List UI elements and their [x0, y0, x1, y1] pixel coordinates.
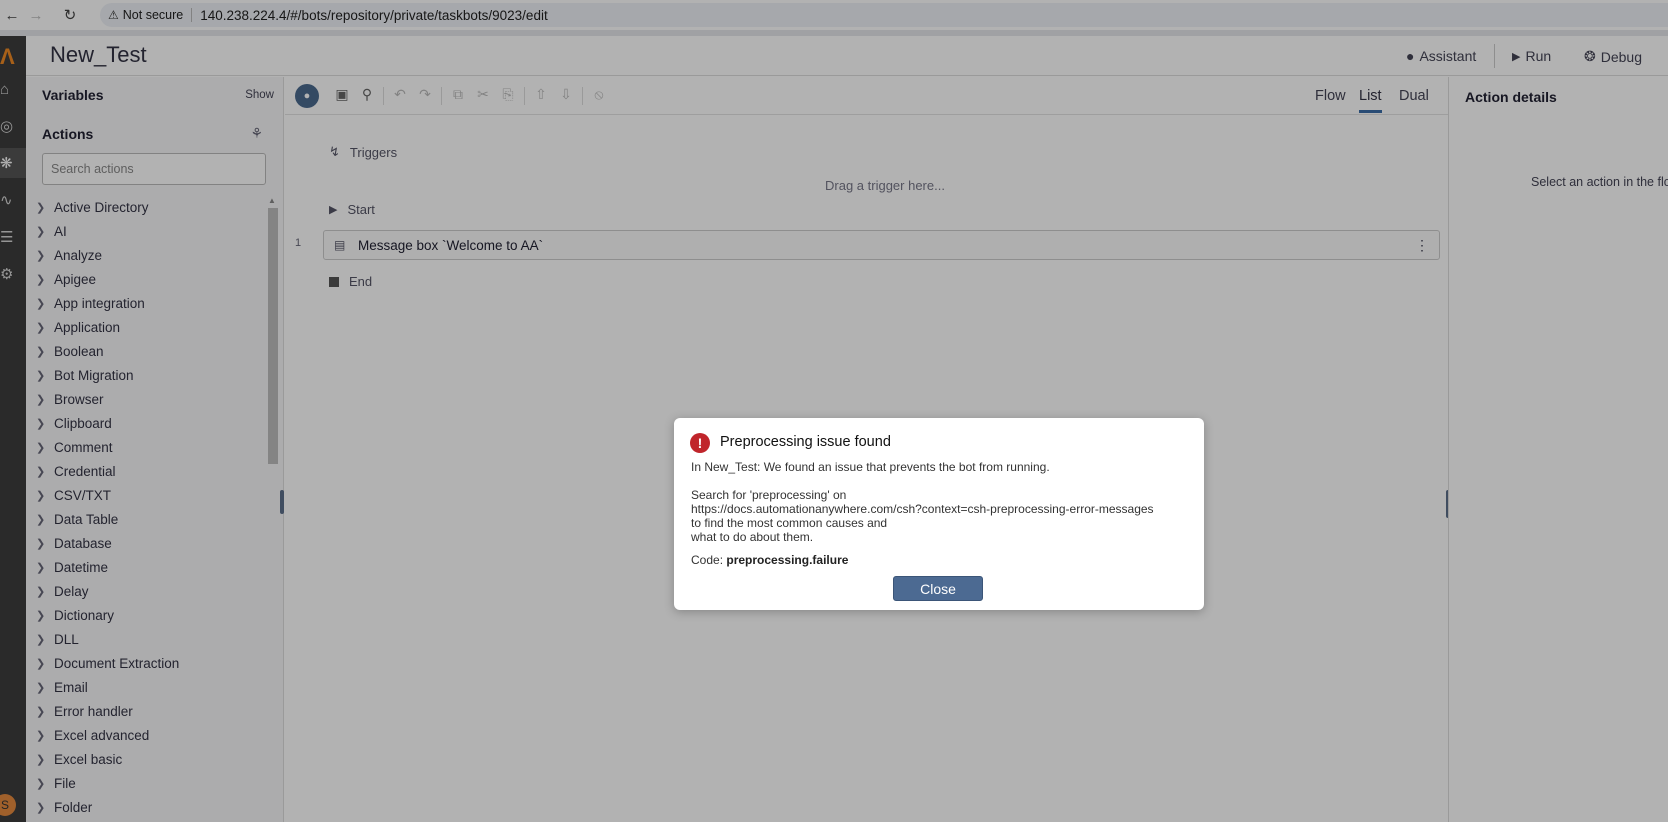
dialog-docs-url: https://docs.automationanywhere.com/csh?… — [691, 502, 1154, 516]
dialog-message: In New_Test: We found an issue that prev… — [691, 460, 1050, 474]
error-code-value: preprocessing.failure — [726, 553, 849, 567]
dialog-spacer — [691, 474, 1196, 488]
dialog-causes-line: to find the most common causes and — [691, 516, 888, 530]
dialog-body: In New_Test: We found an issue that prev… — [691, 460, 1196, 544]
modal-overlay[interactable] — [0, 0, 1668, 822]
error-dialog: ! Preprocessing issue found In New_Test:… — [674, 418, 1204, 610]
error-icon: ! — [690, 433, 710, 453]
error-code: Code: preprocessing.failure — [691, 553, 848, 567]
dialog-search-line: Search for 'preprocessing' on — [691, 488, 847, 502]
close-button[interactable]: Close — [893, 576, 983, 601]
error-code-prefix: Code: — [691, 553, 724, 567]
dialog-todo-line: what to do about them. — [691, 530, 814, 544]
dialog-title: Preprocessing issue found — [720, 434, 891, 450]
